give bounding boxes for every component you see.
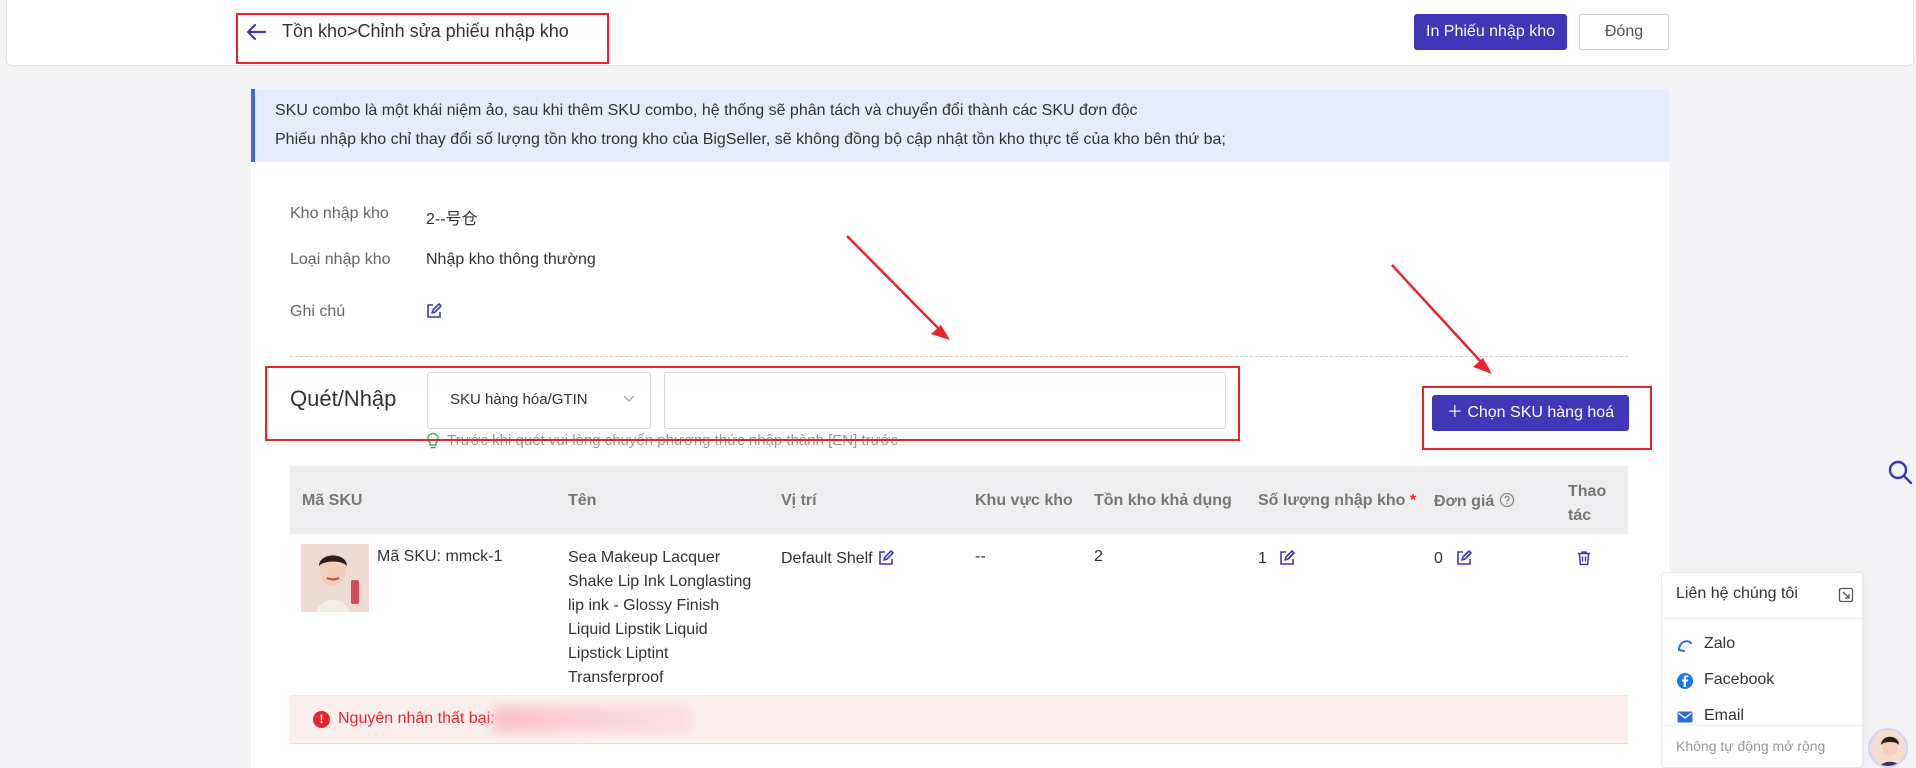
required-mark: *	[1409, 492, 1417, 509]
col-price: Đơn giá	[1434, 492, 1515, 511]
table-header	[290, 466, 1628, 534]
collapse-icon[interactable]	[1838, 587, 1854, 603]
print-receipt-button[interactable]: In Phiếu nhập kho	[1414, 14, 1567, 50]
col-available: Tồn kho khả dụng	[1094, 492, 1232, 509]
quantity-value: 1	[1258, 550, 1267, 567]
error-text: Nguyên nhân thất bại:	[338, 710, 495, 727]
col-price-label: Đơn giá	[1434, 493, 1495, 510]
error-icon: !	[313, 711, 330, 728]
delete-icon[interactable]	[1575, 549, 1593, 567]
contact-email[interactable]: Email	[1704, 707, 1744, 725]
edit-price-icon[interactable]	[1455, 549, 1473, 567]
warehouse-label: Kho nhập kho	[290, 205, 389, 222]
close-button[interactable]: Đóng	[1579, 14, 1669, 50]
facebook-icon	[1677, 673, 1693, 689]
col-location: Vị trí	[781, 492, 817, 509]
edit-note-icon[interactable]	[425, 302, 443, 320]
notice-line-1: SKU combo là một khái niệm ảo, sau khi t…	[275, 102, 1138, 119]
import-type-value: Nhập kho thông thường	[426, 251, 596, 268]
col-quantity: Số lượng nhập kho *	[1258, 492, 1416, 510]
annotation-box-scan	[265, 366, 1240, 441]
search-icon[interactable]	[1887, 458, 1913, 486]
annotation-box-choose-sku	[1422, 386, 1652, 450]
contact-panel: Liên hệ chúng tôi Zalo Facebook Email Kh…	[1661, 572, 1863, 768]
info-notice: SKU combo là một khái niệm ảo, sau khi t…	[251, 89, 1669, 162]
col-sku: Mã SKU	[302, 492, 363, 509]
contact-footer-divider	[1662, 725, 1862, 726]
zalo-icon	[1678, 640, 1692, 652]
col-actions: Thao tác	[1568, 483, 1607, 524]
location-value: Default Shelf	[781, 550, 873, 567]
col-quantity-label: Số lượng nhập kho	[1258, 492, 1406, 509]
help-icon[interactable]	[1499, 492, 1515, 508]
available-value: 2	[1094, 548, 1103, 565]
note-label: Ghi chú	[290, 303, 346, 320]
product-name: Sea Makeup Lacquer Shake Lip Ink Longlas…	[568, 549, 752, 686]
contact-title: Liên hệ chúng tôi	[1676, 585, 1798, 602]
divider	[290, 356, 1628, 357]
warehouse-value: 2--号仓	[426, 211, 478, 228]
sku-code: Mã SKU: mmck-1	[377, 548, 503, 565]
product-thumbnail	[301, 544, 369, 612]
edit-quantity-icon[interactable]	[1278, 549, 1296, 567]
edit-location-icon[interactable]	[877, 549, 895, 567]
support-avatar[interactable]	[1868, 728, 1908, 768]
import-type-label: Loại nhập kho	[290, 251, 391, 268]
contact-footer[interactable]: Không tự động mở rộng	[1676, 738, 1825, 754]
contact-divider	[1662, 618, 1862, 619]
annotation-box-breadcrumb	[236, 13, 609, 64]
redacted-error-detail	[492, 706, 692, 732]
notice-line-2: Phiếu nhập kho chỉ thay đổi số lượng tồn…	[275, 131, 1226, 148]
col-zone: Khu vực kho	[975, 492, 1073, 509]
email-icon	[1677, 711, 1693, 723]
error-row: ! Nguyên nhân thất bại:	[290, 696, 1628, 744]
price-value: 0	[1434, 550, 1443, 567]
contact-zalo[interactable]: Zalo	[1704, 635, 1735, 653]
col-name: Tên	[568, 492, 597, 509]
zone-value: --	[975, 548, 986, 565]
contact-facebook[interactable]: Facebook	[1704, 671, 1774, 689]
